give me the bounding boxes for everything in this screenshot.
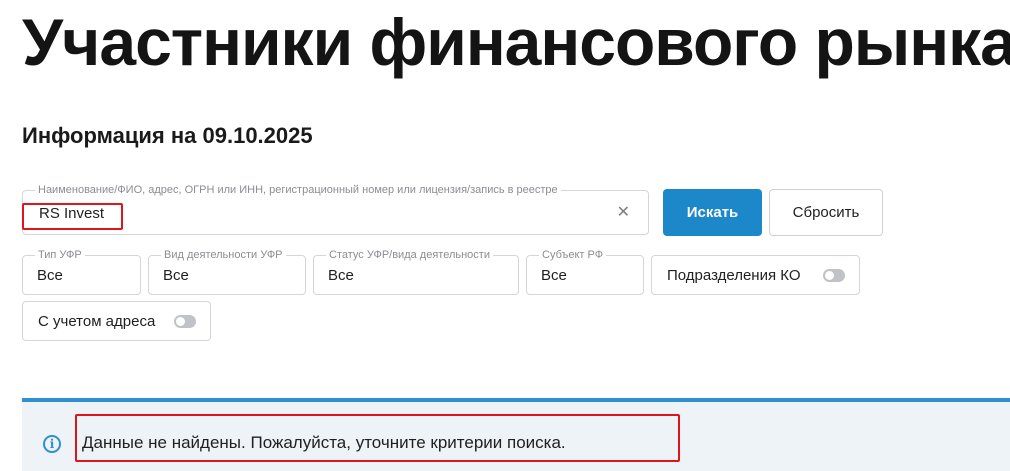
search-field-legend: Наименование/ФИО, адрес, ОГРН или ИНН, р… — [35, 183, 561, 197]
filter-legend: Статус УФР/вида деятельности — [326, 248, 493, 262]
page-title: Участники финансового рынка — [22, 5, 1010, 79]
info-icon: i — [43, 435, 61, 453]
filter-region[interactable]: Субъект РФ Все — [526, 248, 644, 295]
with-address-toggle[interactable]: С учетом адреса — [22, 301, 211, 341]
filter-legend: Субъект РФ — [539, 248, 607, 262]
search-button[interactable]: Искать — [663, 189, 762, 236]
info-date-heading: Информация на 09.10.2025 — [22, 123, 313, 148]
ko-divisions-label: Подразделения КО — [667, 267, 801, 284]
search-value-highlight — [22, 203, 123, 230]
reset-button[interactable]: Сбросить — [769, 189, 883, 236]
with-address-label: С учетом адреса — [38, 313, 156, 330]
filter-ufr-type[interactable]: Тип УФР Все — [22, 248, 141, 295]
filter-value: Все — [37, 267, 63, 284]
filter-value: Все — [541, 267, 567, 284]
message-highlight — [75, 414, 680, 462]
filter-ufr-status[interactable]: Статус УФР/вида деятельности Все — [313, 248, 519, 295]
toggle-switch[interactable] — [174, 315, 196, 328]
close-icon[interactable]: ✕ — [617, 204, 630, 222]
filter-ufr-activity[interactable]: Вид деятельности УФР Все — [148, 248, 306, 295]
filter-value: Все — [328, 267, 354, 284]
toggle-switch[interactable] — [823, 269, 845, 282]
filter-legend: Вид деятельности УФР — [161, 248, 286, 262]
ko-divisions-toggle[interactable]: Подразделения КО — [651, 255, 860, 295]
filter-legend: Тип УФР — [35, 248, 85, 262]
filter-value: Все — [163, 267, 189, 284]
